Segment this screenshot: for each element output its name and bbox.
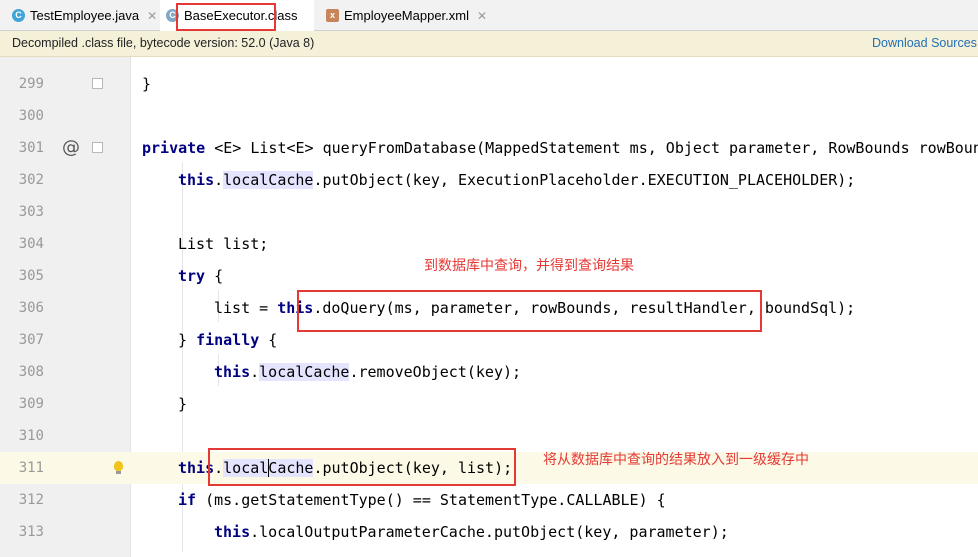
tab-highlight-box (176, 3, 276, 31)
code-text: this.localCache.removeObject(key); (214, 363, 522, 381)
line-number: 303 (18, 204, 44, 220)
line-number: 308 (18, 364, 44, 380)
annotation-box-doquery (297, 290, 762, 332)
close-icon[interactable]: ✕ (477, 9, 487, 23)
line-number: 309 (18, 396, 44, 412)
code-text: } finally { (178, 331, 278, 349)
code-text: } (178, 395, 188, 413)
java-class-icon: C (12, 9, 25, 22)
download-sources-link[interactable]: Download Sources (872, 36, 977, 50)
decompiled-message: Decompiled .class file, bytecode version… (12, 36, 315, 50)
line-number: 300 (18, 108, 44, 124)
code-line: 303 (0, 196, 978, 228)
code-text: try { (178, 267, 224, 285)
code-text: List list; (178, 235, 269, 253)
line-number: 311 (18, 460, 44, 476)
annotation-query-database: 到数据库中查询，并得到查询结果 (424, 258, 634, 274)
annotation-put-cache: 将从数据库中查询的结果放入到一级缓存中 (543, 452, 809, 468)
line-number: 301 (18, 140, 44, 156)
decompiled-notice-bar: Decompiled .class file, bytecode version… (0, 31, 978, 57)
line-number: 302 (18, 172, 44, 188)
fold-icon[interactable] (92, 78, 103, 89)
line-number: 304 (18, 236, 44, 252)
annotation-box-putobject (208, 448, 516, 486)
tab-label: TestEmployee.java (30, 8, 140, 23)
close-icon[interactable]: ✕ (147, 9, 157, 23)
line-number: 306 (18, 300, 44, 316)
code-line: 308 this.localCache.removeObject(key); (0, 356, 978, 388)
editor-tab-bar: C TestEmployee.java ✕ C BaseExecutor.cla… (0, 0, 978, 31)
tab-label: EmployeeMapper.xml (344, 8, 469, 23)
xml-file-icon: x (326, 9, 339, 22)
code-line: 299 } (0, 68, 978, 100)
override-marker-icon[interactable]: @ (62, 132, 80, 164)
tab-testemployee-java[interactable]: C TestEmployee.java ✕ (8, 0, 161, 31)
line-number: 307 (18, 332, 44, 348)
code-text: if (ms.getStatementType() == StatementTy… (178, 491, 666, 509)
code-line: 312 if (ms.getStatementType() == Stateme… (0, 484, 978, 516)
code-line: 300 (0, 100, 978, 132)
lightbulb-icon[interactable] (114, 461, 123, 474)
code-text: private <E> List<E> queryFromDatabase(Ma… (142, 139, 978, 157)
line-number: 312 (18, 492, 44, 508)
code-line: 301 @ private <E> List<E> queryFromDatab… (0, 132, 978, 164)
line-number: 313 (18, 524, 44, 540)
code-text: this.localOutputParameterCache.putObject… (214, 523, 729, 541)
fold-icon[interactable] (92, 142, 103, 153)
code-text: } (142, 75, 152, 93)
code-line: 302 this.localCache.putObject(key, Execu… (0, 164, 978, 196)
code-editor[interactable]: 299 } 300 301 @ private <E> List<E> quer… (0, 57, 978, 557)
line-number: 299 (18, 76, 44, 92)
line-number: 305 (18, 268, 44, 284)
tab-employeemapper-xml[interactable]: x EmployeeMapper.xml ✕ (322, 0, 491, 31)
code-line: 309 } (0, 388, 978, 420)
code-text: this.localCache.putObject(key, Execution… (178, 171, 856, 189)
line-number: 310 (18, 428, 44, 444)
code-line: 313 this.localOutputParameterCache.putOb… (0, 516, 978, 548)
